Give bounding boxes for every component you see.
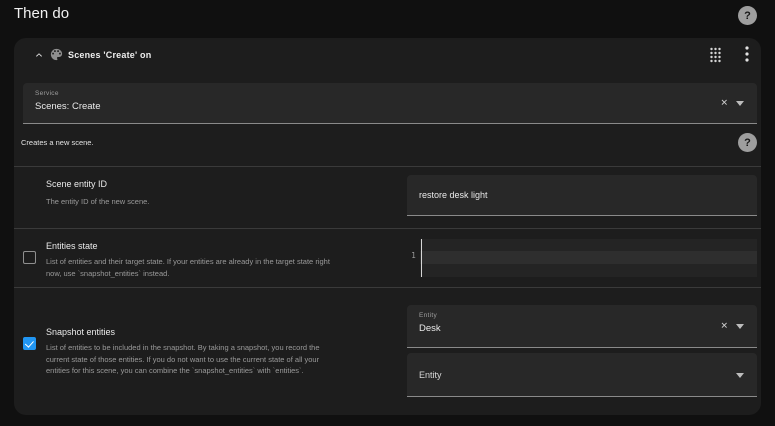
- snapshot-entities-label: Snapshot entities: [46, 327, 116, 337]
- clear-icon[interactable]: ✕: [720, 321, 728, 332]
- service-picker-label: Service: [35, 90, 59, 97]
- clear-icon[interactable]: ✕: [720, 98, 728, 109]
- question-mark-glyph: ?: [744, 9, 751, 22]
- editor-text-cursor: [420, 239, 422, 277]
- service-description: Creates a new scene.: [21, 138, 94, 147]
- entity-picker-value: Desk: [419, 323, 441, 334]
- entities-state-checkbox[interactable]: [23, 251, 36, 264]
- service-help-icon[interactable]: ?: [738, 133, 757, 152]
- divider: [14, 228, 761, 229]
- collapse-chevron-up-icon[interactable]: [33, 49, 45, 61]
- service-picker-value: Scenes: Create: [35, 101, 101, 112]
- chevron-down-icon[interactable]: [736, 324, 744, 329]
- scene-entity-id-description: The entity ID of the new scene.: [46, 197, 150, 206]
- entity-picker-label: Entity: [419, 312, 438, 319]
- chevron-down-icon[interactable]: [736, 372, 744, 378]
- editor-active-line: [420, 251, 757, 264]
- drag-handle-icon[interactable]: [709, 47, 722, 63]
- entities-state-label: Entities state: [46, 241, 98, 251]
- entities-state-yaml-editor[interactable]: 1: [407, 239, 757, 277]
- action-card-title: Scenes 'Create' on: [68, 50, 152, 60]
- help-icon[interactable]: ?: [738, 6, 757, 25]
- entities-state-description: List of entities and their target state.…: [46, 257, 330, 278]
- page-title: Then do: [14, 5, 70, 22]
- entity-picker-empty[interactable]: Entity: [407, 353, 757, 397]
- entity-picker[interactable]: Entity Desk ✕: [407, 305, 757, 348]
- overflow-menu-icon[interactable]: [745, 46, 749, 62]
- editor-line-number: 1: [411, 251, 416, 260]
- scene-entity-id-value: restore desk light: [419, 190, 488, 200]
- divider: [14, 287, 761, 288]
- chevron-down-icon[interactable]: [736, 101, 744, 106]
- action-card: Scenes 'Create' on Service Scenes: Creat…: [14, 38, 761, 415]
- service-picker[interactable]: Service Scenes: Create ✕: [23, 83, 757, 124]
- scene-entity-id-input[interactable]: restore desk light: [407, 175, 757, 216]
- question-mark-glyph: ?: [744, 136, 751, 149]
- snapshot-entities-checkbox[interactable]: [23, 337, 36, 350]
- entity-picker-placeholder: Entity: [419, 369, 442, 380]
- divider: [14, 166, 761, 167]
- palette-icon: [50, 48, 63, 61]
- snapshot-entities-description: List of entities to be included in the s…: [46, 343, 320, 375]
- scene-entity-id-label: Scene entity ID: [46, 179, 108, 189]
